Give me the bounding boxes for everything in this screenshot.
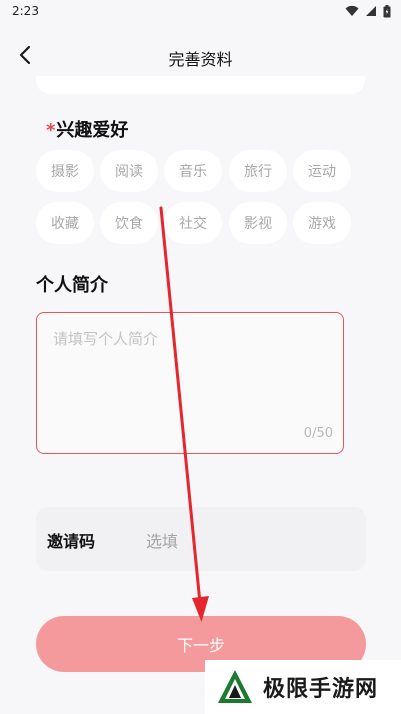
status-bar: 2:23	[0, 0, 401, 24]
intro-textarea[interactable]: 请填写个人简介 0/50	[36, 312, 344, 454]
nav-bar: 完善资料	[0, 36, 401, 76]
invite-code-row: 邀请码 选填	[36, 507, 366, 571]
watermark: 极限手游网	[205, 660, 401, 714]
hobby-chip[interactable]: 摄影	[36, 150, 94, 192]
hobby-chip[interactable]: 收藏	[36, 202, 94, 244]
status-icons	[345, 4, 391, 18]
intro-char-counter: 0/50	[303, 426, 333, 441]
status-time: 2:23	[12, 4, 39, 18]
previous-section-card	[36, 76, 365, 94]
signal-icon	[365, 5, 377, 17]
invite-code-input[interactable]: 选填	[146, 528, 178, 552]
hobby-chip[interactable]: 旅行	[229, 150, 287, 192]
hobbies-title-text: 兴趣爱好	[56, 120, 129, 141]
hobbies-title: *兴趣爱好	[46, 116, 128, 142]
intro-title: 个人简介	[36, 275, 108, 296]
watermark-text: 极限手游网	[263, 677, 379, 702]
invite-code-label: 邀请码	[47, 532, 96, 551]
hobby-chip[interactable]: 运动	[293, 150, 351, 192]
hobby-chip[interactable]: 阅读	[100, 150, 158, 192]
wifi-icon	[345, 5, 359, 17]
hobby-chip[interactable]: 音乐	[164, 150, 222, 192]
intro-placeholder: 请填写个人简介	[53, 330, 159, 348]
hobby-chip[interactable]: 社交	[164, 202, 222, 244]
required-marker: *	[46, 120, 56, 141]
battery-icon	[383, 4, 391, 18]
page-title: 完善资料	[168, 50, 233, 69]
hobby-chip[interactable]: 影视	[229, 202, 287, 244]
hobby-chip[interactable]: 游戏	[293, 202, 351, 244]
hobby-chip[interactable]: 饮食	[100, 202, 158, 244]
watermark-logo-icon	[218, 670, 252, 703]
